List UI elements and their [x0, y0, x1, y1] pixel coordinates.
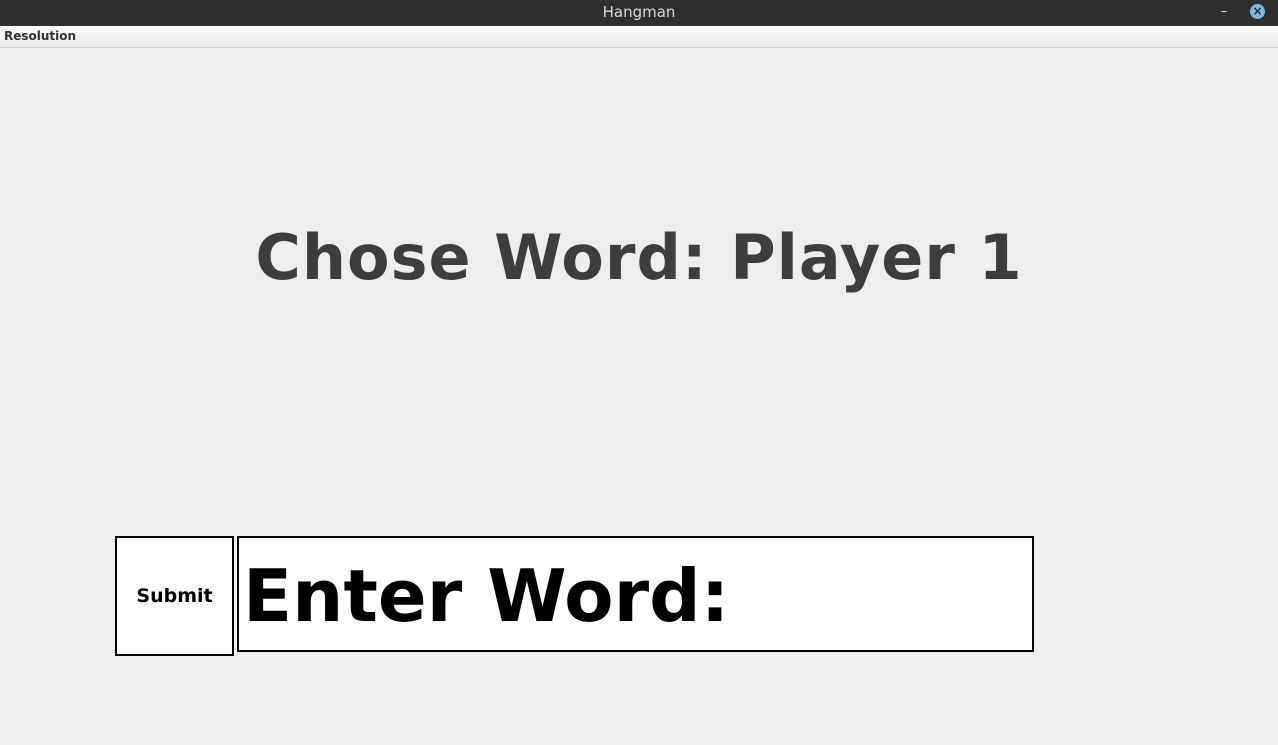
minimize-icon[interactable]: – — [1216, 5, 1232, 21]
page-title: Chose Word: Player 1 — [255, 221, 1023, 294]
close-icon[interactable]: × — [1250, 4, 1265, 19]
title-bar: Hangman – × — [0, 0, 1278, 26]
submit-button[interactable]: Submit — [115, 536, 234, 656]
word-input[interactable]: Enter Word: — [237, 536, 1034, 652]
menu-bar: Resolution — [0, 26, 1278, 48]
hangman-window: Hangman – × Resolution Chose Word: Playe… — [0, 0, 1278, 745]
menu-item-resolution[interactable]: Resolution — [4, 26, 76, 47]
window-title: Hangman — [602, 3, 676, 21]
